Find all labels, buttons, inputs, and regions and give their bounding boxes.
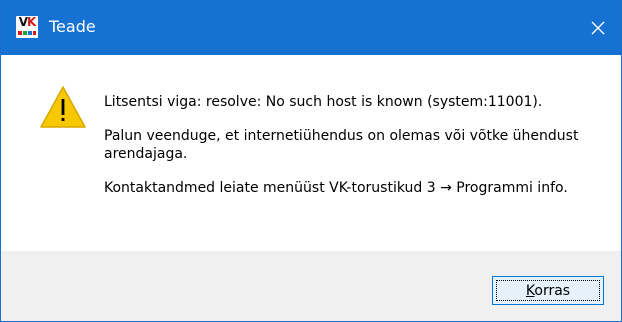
- message-line-contact-info: Kontaktandmed leiate menüüst VK-torustik…: [104, 180, 568, 196]
- ok-button-label: Korras: [493, 283, 603, 299]
- dialog-footer: Korras: [1, 251, 621, 321]
- app-icon-letter-v: V: [18, 15, 28, 29]
- message-text: Litsentsi viga: resolve: No such host is…: [104, 93, 594, 213]
- close-icon: [591, 21, 605, 35]
- window-title: Teade: [49, 17, 96, 36]
- title-bar[interactable]: VK Teade: [1, 1, 621, 55]
- ok-button[interactable]: Korras: [492, 276, 604, 305]
- message-line-error: Litsentsi viga: resolve: No such host is…: [104, 94, 543, 110]
- message-line-check-connection: Palun veenduge, et internetiühendus on o…: [104, 128, 579, 162]
- warning-icon: [40, 86, 86, 128]
- ok-button-label-rest: orras: [534, 283, 571, 299]
- close-button[interactable]: [575, 1, 621, 55]
- dialog-window: VK Teade Litsentsi viga: resolve: No suc…: [0, 0, 622, 322]
- dialog-content: Litsentsi viga: resolve: No such host is…: [1, 55, 621, 251]
- app-icon-letter-k: K: [26, 15, 36, 29]
- vk-app-icon: VK: [16, 15, 38, 38]
